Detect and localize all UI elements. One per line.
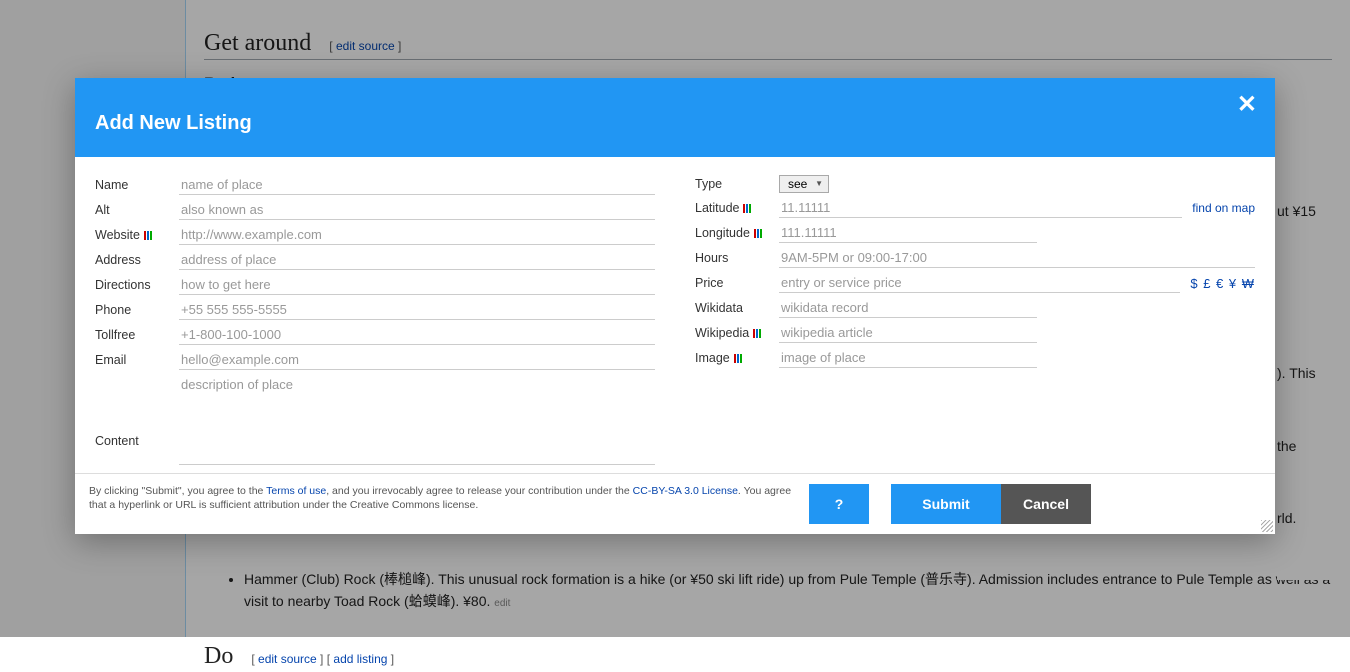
close-icon[interactable]: ✕	[1237, 90, 1257, 119]
dialog-buttons: ? Submit Cancel	[809, 484, 1091, 524]
edit-source-link[interactable]: edit source	[258, 652, 317, 666]
currency-shortcuts[interactable]: $ £ € ¥ ₩	[1190, 276, 1255, 291]
add-listing-link[interactable]: add listing	[333, 652, 387, 666]
label-price: Price	[695, 276, 779, 290]
hours-field[interactable]	[779, 248, 1255, 268]
lang-icon[interactable]	[734, 354, 742, 363]
help-button[interactable]: ?	[809, 484, 869, 524]
price-field[interactable]	[779, 273, 1180, 293]
website-field[interactable]	[179, 225, 655, 245]
label-name: Name	[95, 178, 179, 192]
dialog-footer: By clicking "Submit", you agree to the T…	[75, 473, 1275, 534]
content-field[interactable]	[179, 375, 655, 465]
label-image: Image	[695, 351, 779, 365]
label-email: Email	[95, 353, 179, 367]
section-title: Do	[204, 643, 233, 669]
cancel-button[interactable]: Cancel	[1001, 484, 1091, 524]
add-listing-dialog: Add New Listing ✕ Name Alt Website Addre	[75, 78, 1275, 534]
phone-field[interactable]	[179, 300, 655, 320]
form-column-right: Type see Latitude find on map Longitude	[695, 175, 1255, 465]
edit-section-do[interactable]: [ edit source ] [ add listing ]	[251, 652, 394, 666]
longitude-field[interactable]	[779, 223, 1037, 243]
lang-icon[interactable]	[743, 204, 751, 213]
type-select[interactable]: see	[779, 175, 829, 193]
lang-icon[interactable]	[144, 231, 152, 240]
address-field[interactable]	[179, 250, 655, 270]
dialog-title: Add New Listing	[95, 112, 1255, 135]
lang-icon[interactable]	[754, 229, 762, 238]
terms-of-use-link[interactable]: Terms of use	[266, 485, 326, 497]
label-address: Address	[95, 253, 179, 267]
name-field[interactable]	[179, 175, 655, 195]
label-content: Content	[95, 375, 179, 465]
latitude-field[interactable]	[779, 198, 1182, 218]
label-hours: Hours	[695, 251, 779, 265]
email-field[interactable]	[179, 350, 655, 370]
label-longitude: Longitude	[695, 226, 779, 240]
label-website: Website	[95, 228, 179, 242]
submit-button[interactable]: Submit	[891, 484, 1001, 524]
form-column-left: Name Alt Website Address Directions	[95, 175, 655, 465]
tollfree-field[interactable]	[179, 325, 655, 345]
cc-license-link[interactable]: CC-BY-SA 3.0 License	[633, 485, 738, 497]
label-phone: Phone	[95, 303, 179, 317]
find-on-map-link[interactable]: find on map	[1192, 201, 1255, 215]
type-select-wrap[interactable]: see	[779, 175, 829, 193]
dialog-body: Name Alt Website Address Directions	[75, 157, 1275, 473]
directions-field[interactable]	[179, 275, 655, 295]
wikipedia-field[interactable]	[779, 323, 1037, 343]
label-tollfree: Tollfree	[95, 328, 179, 342]
label-type: Type	[695, 177, 779, 191]
license-text: By clicking "Submit", you agree to the T…	[89, 484, 809, 512]
dialog-header: Add New Listing ✕	[75, 78, 1275, 157]
alt-field[interactable]	[179, 200, 655, 220]
wikidata-field[interactable]	[779, 298, 1037, 318]
resize-handle[interactable]	[1261, 520, 1273, 532]
label-wikidata: Wikidata	[695, 301, 779, 315]
section-do: Do [ edit source ] [ add listing ]	[204, 643, 1332, 672]
label-wikipedia: Wikipedia	[695, 326, 779, 340]
lang-icon[interactable]	[753, 329, 761, 338]
label-directions: Directions	[95, 278, 179, 292]
label-latitude: Latitude	[695, 201, 779, 215]
label-alt: Alt	[95, 203, 179, 217]
image-field[interactable]	[779, 348, 1037, 368]
